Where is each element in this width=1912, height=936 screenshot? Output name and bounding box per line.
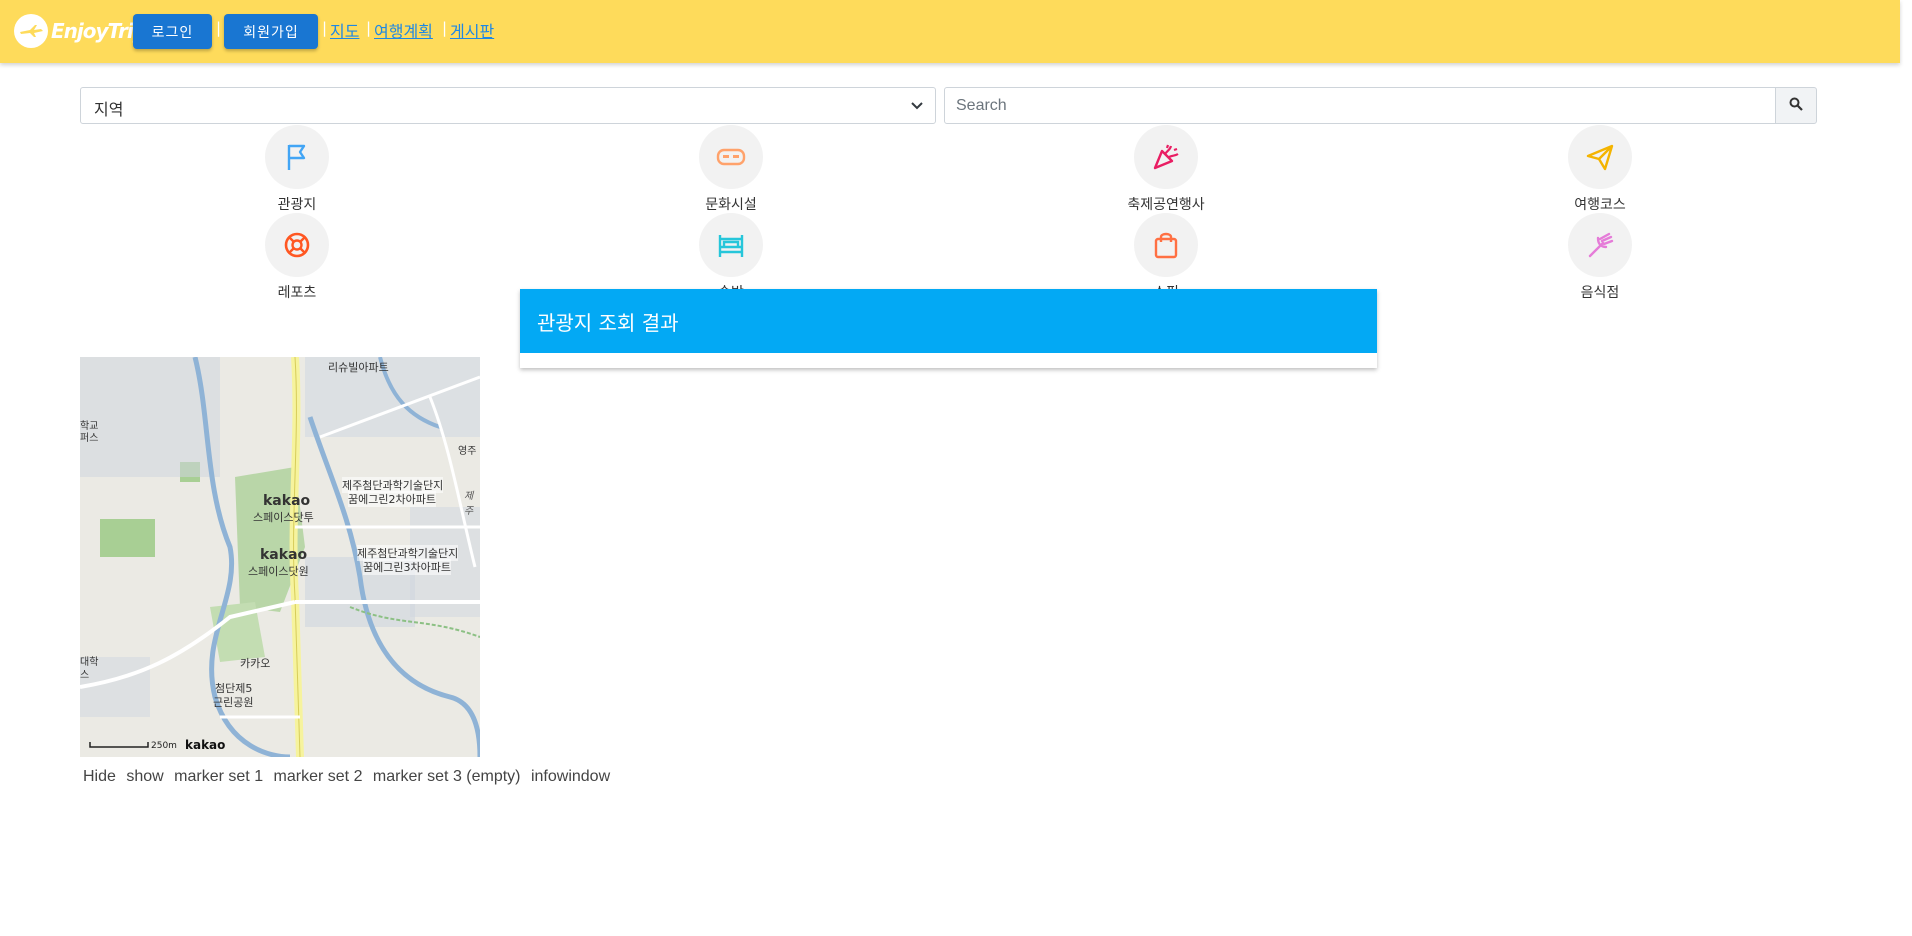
login-button[interactable]: 로그인 (133, 14, 212, 49)
map-label: kakao (263, 493, 311, 509)
nav-separator: | (442, 19, 448, 37)
hide-markers-button[interactable]: Hide (83, 768, 116, 785)
category-label: 레포츠 (277, 285, 317, 301)
category-label: 관광지 (277, 197, 317, 213)
search-button[interactable] (1775, 87, 1817, 124)
map-label: 제주 (464, 491, 474, 517)
nav-separator: | (322, 19, 328, 37)
marker-set-2-button[interactable]: marker set 2 (274, 768, 363, 785)
airplane-icon (14, 14, 48, 48)
flag-icon (265, 125, 329, 189)
map-label: 스 (80, 670, 90, 681)
search-input[interactable] (945, 88, 1775, 123)
search-field[interactable] (944, 87, 1776, 124)
map-label: 꿈에그린3차아파트 (363, 559, 451, 575)
marker-set-1-button[interactable]: marker set 1 (174, 768, 263, 785)
search-icon (1789, 96, 1803, 115)
nav-link-trip-plan[interactable]: 여행계획 (374, 18, 433, 42)
signup-button[interactable]: 회원가입 (224, 14, 318, 49)
map-label: 리슈빌아파트 (328, 361, 389, 374)
category-culture[interactable]: 문화시설 (651, 125, 811, 214)
map-label: 스페이스닷원 (248, 565, 309, 578)
category-restaurant[interactable]: 음식점 (1520, 213, 1680, 302)
paper-plane-icon (1568, 125, 1632, 189)
chevron-down-icon (909, 97, 925, 117)
category-label: 축제공연행사 (1127, 197, 1205, 213)
region-select[interactable]: 지역 (80, 87, 936, 124)
map-scale-label: 250m (151, 741, 177, 751)
marker-set-3-button[interactable]: marker set 3 (empty) (373, 768, 521, 785)
lifebuoy-icon (265, 213, 329, 277)
show-markers-button[interactable]: show (126, 768, 163, 785)
map-label: 근린공원 (213, 696, 254, 709)
category-leports[interactable]: 레포츠 (217, 213, 377, 302)
result-title: 관광지 조회 결과 (520, 289, 1377, 353)
kakao-map[interactable]: 리슈빌아파트 학교 퍼스 제주첨단과학기술단지 꿈에그린2차아파트 제주첨단과학… (80, 357, 480, 757)
result-panel: 관광지 조회 결과 (520, 289, 1377, 368)
nav-separator: | (366, 19, 372, 37)
logo[interactable]: EnjoyTrip. (14, 14, 154, 48)
infowindow-button[interactable]: infowindow (531, 768, 610, 785)
fork-icon (1568, 213, 1632, 277)
mask-icon (699, 125, 763, 189)
nav-link-board[interactable]: 게시판 (450, 18, 494, 42)
region-select-value: 지역 (94, 100, 124, 119)
map-label: 스페이스닷투 (253, 511, 314, 524)
bed-icon (699, 213, 763, 277)
map-label: kakao (260, 547, 308, 563)
map-label: 카카오 (240, 657, 271, 670)
shopping-bag-icon (1134, 213, 1198, 277)
category-label: 문화시설 (705, 197, 757, 213)
map-label: 꿈에그린2차아파트 (348, 491, 436, 507)
map-brand-logo: kakao (185, 738, 226, 752)
map-label: 퍼스 (80, 433, 99, 444)
nav-separator: | (216, 19, 222, 37)
party-popper-icon (1134, 125, 1198, 189)
category-label: 여행코스 (1574, 197, 1626, 213)
top-navbar: EnjoyTrip. 로그인 | 회원가입 | 지도 | 여행계획 | 게시판 (0, 0, 1900, 63)
map-label: 영주 (458, 446, 477, 457)
category-course[interactable]: 여행코스 (1520, 125, 1680, 214)
category-attraction[interactable]: 관광지 (217, 125, 377, 214)
category-label: 음식점 (1580, 285, 1620, 301)
map-controls: Hide show marker set 1 marker set 2 mark… (83, 768, 616, 786)
category-festival[interactable]: 축제공연행사 (1086, 125, 1246, 214)
nav-link-map[interactable]: 지도 (330, 18, 359, 42)
